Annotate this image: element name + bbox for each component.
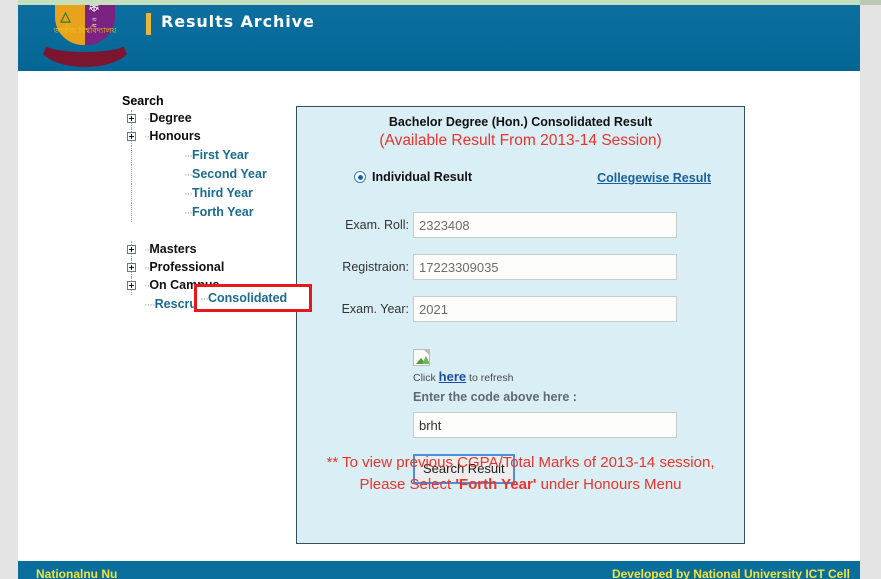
sidebar-label-third-year: Third Year	[192, 186, 253, 200]
footer-right-text: Developed by National University ICT Cel…	[611, 567, 850, 579]
radio-label-individual-result: Individual Result	[372, 170, 473, 184]
captcha-refresh-link[interactable]: here	[439, 369, 466, 384]
notice-line3: Menu	[644, 476, 682, 493]
sidebar-item-third-year[interactable]: ···Third Year	[122, 184, 307, 203]
sidebar-label-consolidated: Consolidated	[208, 291, 288, 305]
radio-individual-result[interactable]: Individual Result	[354, 170, 472, 184]
sidebar-label-first-year: First Year	[192, 148, 249, 162]
lily-icon: ❄	[87, 5, 101, 16]
expand-icon-on-campus[interactable]	[127, 281, 136, 290]
expand-icon-honours[interactable]	[127, 132, 136, 141]
sidebar-item-masters[interactable]: ··Masters	[122, 241, 307, 259]
right-scrollbar-gutter[interactable]	[860, 0, 881, 579]
registration-input[interactable]	[413, 254, 677, 280]
ribbon-text: জাতীয় বিশ্ববিদ্যালয়	[53, 26, 117, 35]
sidebar-item-consolidated[interactable]: ···Consolidated	[200, 289, 287, 307]
radio-icon-selected[interactable]	[354, 171, 366, 183]
sidebar-item-second-year[interactable]: ···Second Year	[122, 165, 307, 184]
sidebar-tree: Search ··Degree ··Honours ···First Year …	[122, 93, 307, 314]
notice-line1: ** To view previous CGPA/Total Marks of …	[326, 454, 656, 471]
page-title: Results Archive	[161, 12, 315, 31]
notice-line2c: under Honours	[536, 476, 640, 493]
exam-roll-input[interactable]	[413, 212, 677, 238]
right-gutter-top	[860, 0, 881, 5]
footer-left-text: Nationalnu Nu	[36, 567, 118, 579]
captcha-refresh-line: Click here to refresh	[413, 369, 744, 384]
university-logo: ▵ ❄ ≈ ≈ জাতীয় বিশ্ববিদ্যালয়	[38, 5, 132, 71]
field-row-exam-roll: Exam. Roll:	[297, 212, 744, 249]
tree-root-search: Search	[122, 94, 164, 108]
sidebar-item-degree[interactable]: ··Degree	[122, 110, 307, 128]
captcha-prompt-label: Enter the code above here :	[413, 390, 577, 404]
sidebar-label-professional: Professional	[149, 260, 225, 274]
expand-icon-professional[interactable]	[127, 263, 136, 272]
content-area: Search ··Degree ··Honours ···First Year …	[18, 71, 860, 561]
page-root: ▵ ❄ ≈ ≈ জাতীয় বিশ্ববিদ্যালয় Results Arc…	[0, 0, 881, 579]
site-footer: Nationalnu Nu Developed by National Univ…	[18, 561, 860, 579]
left-gutter	[0, 0, 18, 579]
panel-subtitle: (Available Result From 2013-14 Session)	[379, 132, 662, 149]
sidebar-item-first-year[interactable]: ···First Year	[122, 146, 307, 165]
broken-image-icon	[413, 349, 430, 366]
notice-emphasis: 'Forth Year'	[455, 476, 537, 493]
sidebar-label-masters: Masters	[149, 242, 197, 256]
sidebar-label-honours: Honours	[149, 129, 201, 143]
field-row-exam-year: Exam. Year:	[297, 296, 744, 333]
sidebar-label-second-year: Second Year	[192, 167, 267, 181]
expand-icon-masters[interactable]	[127, 245, 136, 254]
label-registration: Registraion:	[342, 260, 409, 274]
label-exam-roll: Exam. Roll:	[345, 218, 409, 232]
captcha-input[interactable]	[413, 412, 677, 438]
sidebar-item-honours[interactable]: ··Honours	[122, 128, 307, 146]
result-search-panel: Bachelor Degree (Hon.) Consolidated Resu…	[296, 106, 745, 544]
site-header: ▵ ❄ ≈ ≈ জাতীয় বিশ্ববিদ্যালয় Results Arc…	[18, 5, 860, 71]
result-mode-row: Individual Result Collegewise Result	[297, 170, 744, 190]
collegewise-result-link[interactable]: Collegewise Result	[597, 171, 711, 185]
expand-icon-degree[interactable]	[127, 114, 136, 123]
panel-title: Bachelor Degree (Hon.) Consolidated Resu…	[388, 115, 653, 129]
exam-year-input[interactable]	[413, 296, 677, 322]
sidebar-label-degree: Degree	[149, 111, 192, 125]
refresh-prefix-text: Click	[413, 372, 439, 384]
refresh-suffix-text: to refresh	[466, 372, 514, 384]
sidebar-label-forth-year: Forth Year	[192, 205, 254, 219]
field-row-registration: Registraion:	[297, 254, 744, 291]
title-accent-bar	[146, 13, 151, 35]
notice-text: ** To view previous CGPA/Total Marks of …	[315, 452, 726, 496]
